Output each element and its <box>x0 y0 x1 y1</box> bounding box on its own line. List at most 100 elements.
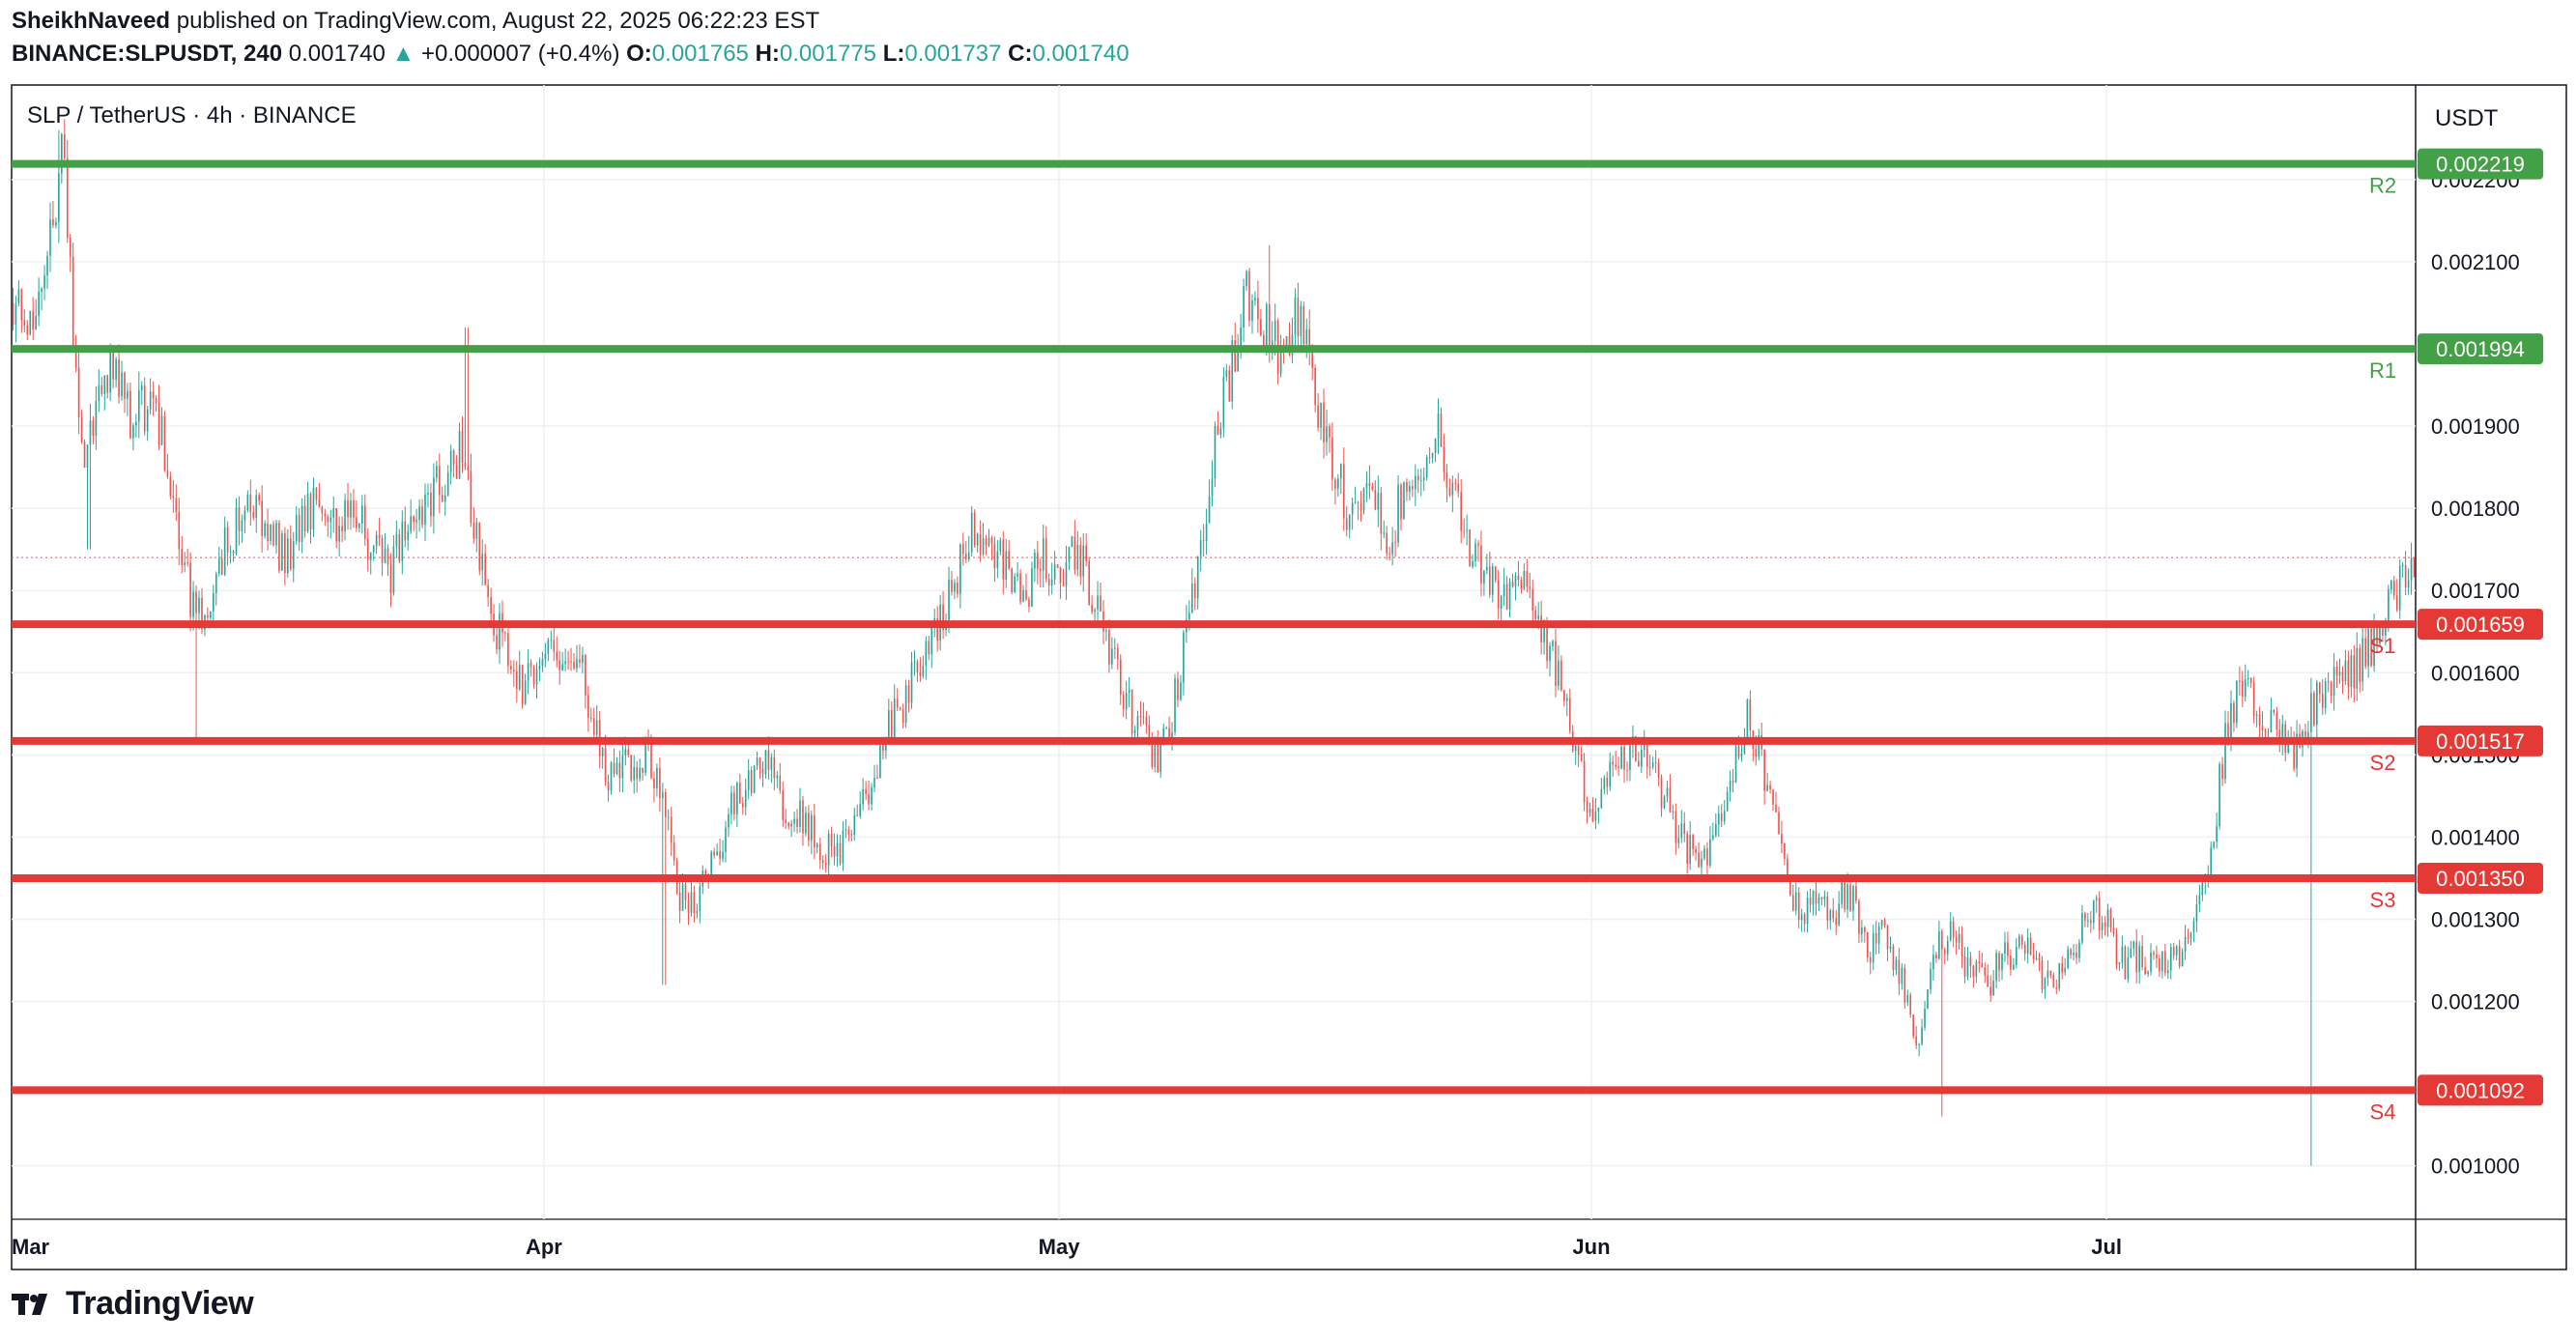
candle-body <box>1116 647 1119 660</box>
candle-body <box>967 552 970 560</box>
price-tag-label: 0.001659 <box>2436 613 2525 637</box>
x-tick-label: Jul <box>2091 1235 2122 1259</box>
candle-body <box>1199 540 1202 556</box>
candle-body <box>1388 553 1390 555</box>
candle-body <box>41 288 43 292</box>
candle-body <box>847 829 850 835</box>
candle-body <box>681 884 684 911</box>
candle-body <box>29 311 32 334</box>
candle-body <box>770 756 773 770</box>
candle-body <box>664 791 667 817</box>
candle-body <box>484 554 487 585</box>
candle-body <box>246 495 249 511</box>
candle-body <box>896 699 899 708</box>
candle-body <box>1100 595 1102 612</box>
candle-body <box>2333 667 2335 697</box>
candle-body <box>2104 922 2106 927</box>
candle-body <box>106 375 109 393</box>
candle-body <box>2135 941 2138 973</box>
y-tick-label: 0.001700 <box>2431 579 2520 603</box>
candle-body <box>1784 843 1786 859</box>
candle-body <box>1617 766 1619 769</box>
candle-body <box>776 775 779 779</box>
candle-body <box>859 804 862 816</box>
candle-body <box>1835 918 1838 926</box>
candle-body <box>1294 298 1297 335</box>
candle-body <box>1695 848 1697 853</box>
candle-body <box>72 256 74 347</box>
candle-body <box>1228 370 1231 402</box>
candle-body <box>1409 486 1411 492</box>
candle-body <box>842 830 844 864</box>
candle-body <box>2264 729 2267 733</box>
candle-body <box>235 507 238 554</box>
candle-body <box>1463 530 1465 532</box>
candle-body <box>636 767 638 780</box>
candle-body <box>1056 564 1059 568</box>
candle-body <box>2410 557 2413 581</box>
candle-body <box>135 421 137 426</box>
candle-body <box>350 500 352 518</box>
candle-body <box>827 834 830 866</box>
candle-body <box>1457 483 1460 493</box>
candle-body <box>89 420 92 445</box>
candle-body <box>1383 532 1386 534</box>
candle-body <box>1022 589 1024 603</box>
candle-body <box>1362 488 1365 511</box>
candle-body <box>592 718 595 735</box>
candle-body <box>1254 298 1256 301</box>
candle-body <box>207 614 209 618</box>
candle-body <box>587 695 589 719</box>
candle-body <box>2015 946 2018 965</box>
candle-body <box>1978 961 1981 963</box>
candle-body <box>833 845 836 857</box>
candle-body <box>264 524 266 536</box>
candle-body <box>1898 959 1901 984</box>
candle-body <box>1606 778 1609 787</box>
candle-body <box>2392 580 2395 596</box>
candle-body <box>2224 723 2226 780</box>
candle-body <box>1425 457 1428 478</box>
candle-body <box>1663 796 1666 809</box>
candle-body <box>149 391 152 410</box>
candle-body <box>1094 610 1096 613</box>
candle-body <box>2007 942 2009 956</box>
candle-body <box>687 899 690 913</box>
candle-body <box>329 517 332 523</box>
candle-body <box>2018 935 2020 947</box>
candle-body <box>1952 921 1955 938</box>
candle-body <box>1257 298 1259 320</box>
candle-body <box>143 385 146 432</box>
candle-body <box>1574 745 1577 752</box>
candle-body <box>1265 303 1268 347</box>
candle-body <box>856 814 859 816</box>
candle-body <box>1823 896 1826 899</box>
candle-body <box>1065 561 1068 586</box>
candle-body <box>324 513 327 517</box>
candle-body <box>713 851 715 856</box>
candle-body <box>1772 789 1774 805</box>
price-chart[interactable]: SLP / TetherUS · 4h · BINANCE USDT 0.00100… <box>0 0 2576 1341</box>
candle-body <box>1445 471 1448 488</box>
candle-body <box>2161 951 2163 972</box>
candle-body <box>261 500 263 536</box>
candle-body <box>2013 964 2015 970</box>
candle-body <box>1157 740 1159 773</box>
candle-body <box>392 546 395 593</box>
candle-body <box>1472 560 1474 567</box>
candle-body <box>1205 523 1208 541</box>
candle-body <box>1351 502 1354 515</box>
candle-body <box>1119 659 1122 696</box>
candle-body <box>358 523 360 528</box>
candle-body <box>1903 967 1906 1003</box>
candle-body <box>163 415 166 471</box>
candle-body <box>633 767 636 781</box>
candle-body <box>951 580 953 592</box>
candle-body <box>1305 329 1308 345</box>
candle-body <box>2004 942 2006 955</box>
candle-body <box>410 516 413 532</box>
candle-body <box>1906 994 1909 1003</box>
candle-body <box>547 640 550 654</box>
candle-body <box>753 765 756 793</box>
candle-body <box>2052 975 2055 988</box>
